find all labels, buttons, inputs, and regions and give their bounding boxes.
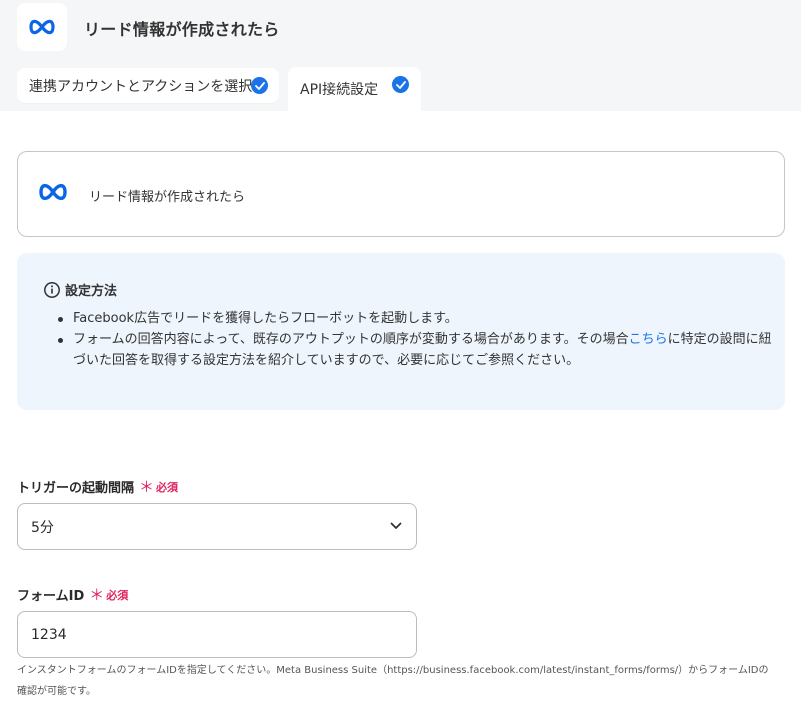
chevron-down-icon (390, 522, 402, 529)
page-title: リード情報が作成されたら (84, 20, 280, 39)
info-heading-text: 設定方法 (65, 284, 118, 299)
form-id-label: フォームID ＊ 必須 (17, 584, 128, 605)
info-bullet: Facebook広告でリードを獲得したらフローボットを起動します。 (55, 308, 775, 329)
meta-logo-icon (37, 182, 69, 206)
check-icon (392, 76, 409, 93)
tab-account-action[interactable]: 連携アカウントとアクションを選択 (17, 68, 279, 103)
interval-label-text: トリガーの起動間隔 (17, 481, 135, 496)
interval-select[interactable]: 5分 (17, 503, 417, 550)
required-star: ＊ (89, 586, 105, 604)
tab-api-settings[interactable]: API接続設定 (288, 67, 421, 111)
meta-logo-icon (17, 3, 67, 51)
required-badge: 必須 (156, 480, 179, 494)
tab-label: API接続設定 (300, 82, 379, 98)
interval-label: トリガーの起動間隔 ＊ 必須 (17, 476, 178, 497)
required-badge: 必須 (106, 588, 129, 602)
info-bullet-text: Facebook広告でリードを獲得したらフローボットを起動します。 (73, 311, 458, 326)
trigger-card-title: リード情報が作成されたら (89, 190, 246, 205)
form-id-label-text: フォームID (17, 589, 85, 604)
tab-label: 連携アカウントとアクションを選択 (29, 78, 253, 95)
info-icon (44, 281, 60, 298)
info-heading: 設定方法 (43, 280, 117, 299)
interval-select-value: 5分 (31, 519, 54, 536)
info-bullet-text: フォームの回答内容によって、既存のアウトプットの順序が変動する場合があります。そ… (73, 332, 629, 347)
required-star: ＊ (139, 478, 155, 496)
info-bullet: フォームの回答内容によって、既存のアウトプットの順序が変動する場合があります。そ… (55, 329, 775, 371)
form-id-input[interactable] (17, 611, 417, 658)
info-list: Facebook広告でリードを獲得したらフローボットを起動します。 フォームの回… (55, 308, 775, 371)
trigger-card: リード情報が作成されたら (17, 151, 785, 237)
info-box: 設定方法 Facebook広告でリードを獲得したらフローボットを起動します。 フ… (17, 253, 785, 410)
check-icon (251, 77, 268, 94)
form-id-help-text: インスタントフォームのフォームIDを指定してください。Meta Business… (17, 665, 769, 697)
help-link[interactable]: こちら (629, 332, 668, 347)
